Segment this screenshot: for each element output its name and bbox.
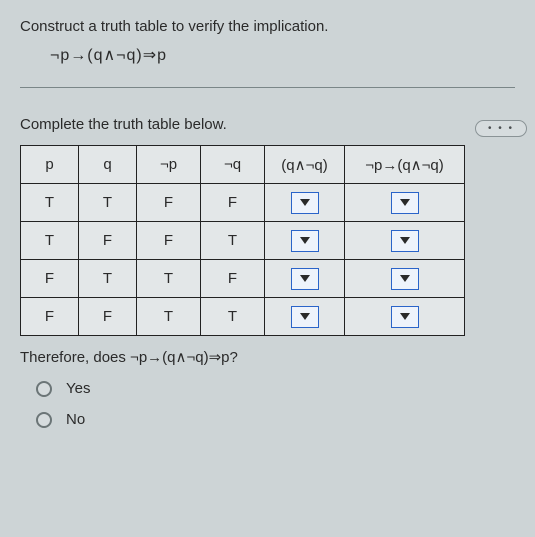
option-no-label: No xyxy=(66,411,85,428)
dropdown-implication[interactable] xyxy=(391,192,419,214)
cell-not-p: F xyxy=(137,184,201,222)
cell-q-and-not-q xyxy=(265,298,345,336)
cell-implication xyxy=(345,184,465,222)
dropdown-q-and-not-q[interactable] xyxy=(291,306,319,328)
header-not-p: ¬p xyxy=(137,146,201,184)
header-implication: ¬p→(q∧¬q) xyxy=(345,146,465,184)
cell-q: T xyxy=(79,184,137,222)
instruction-text: Construct a truth table to verify the im… xyxy=(20,18,515,35)
question-text: Therefore, does ¬p→(q∧¬q)⇒p? xyxy=(20,348,515,366)
chevron-down-icon xyxy=(400,275,410,282)
cell-not-q: F xyxy=(201,260,265,298)
dropdown-q-and-not-q[interactable] xyxy=(291,192,319,214)
options-group: Yes No xyxy=(36,380,515,428)
radio-icon xyxy=(36,381,52,397)
chevron-down-icon xyxy=(300,275,310,282)
subheading-text: Complete the truth table below. xyxy=(20,116,515,133)
table-row: T F F T xyxy=(21,222,465,260)
chevron-down-icon xyxy=(300,237,310,244)
header-q: q xyxy=(79,146,137,184)
cell-not-p: F xyxy=(137,222,201,260)
table-row: F F T T xyxy=(21,298,465,336)
cell-p: F xyxy=(21,298,79,336)
header-q-and-not-q: (q∧¬q) xyxy=(265,146,345,184)
dropdown-q-and-not-q[interactable] xyxy=(291,230,319,252)
chevron-down-icon xyxy=(300,313,310,320)
cell-q: T xyxy=(79,260,137,298)
table-row: F T T F xyxy=(21,260,465,298)
cell-q-and-not-q xyxy=(265,184,345,222)
formula-text: ¬p→(q∧¬q)⇒p xyxy=(50,45,515,65)
truth-table: p q ¬p ¬q (q∧¬q) ¬p→(q∧¬q) T T F F T F F… xyxy=(20,145,465,336)
cell-p: F xyxy=(21,260,79,298)
cell-implication xyxy=(345,222,465,260)
table-header-row: p q ¬p ¬q (q∧¬q) ¬p→(q∧¬q) xyxy=(21,146,465,184)
dropdown-q-and-not-q[interactable] xyxy=(291,268,319,290)
cell-not-q: T xyxy=(201,222,265,260)
chevron-down-icon xyxy=(400,199,410,206)
cell-p: T xyxy=(21,222,79,260)
header-p: p xyxy=(21,146,79,184)
chevron-down-icon xyxy=(400,313,410,320)
cell-implication xyxy=(345,298,465,336)
cell-p: T xyxy=(21,184,79,222)
dropdown-implication[interactable] xyxy=(391,230,419,252)
option-no[interactable]: No xyxy=(36,411,515,428)
cell-not-q: T xyxy=(201,298,265,336)
table-row: T T F F xyxy=(21,184,465,222)
chevron-down-icon xyxy=(400,237,410,244)
header-not-q: ¬q xyxy=(201,146,265,184)
option-yes[interactable]: Yes xyxy=(36,380,515,397)
cell-not-p: T xyxy=(137,298,201,336)
dropdown-implication[interactable] xyxy=(391,268,419,290)
cell-q-and-not-q xyxy=(265,222,345,260)
more-button[interactable]: • • • xyxy=(475,120,527,137)
option-yes-label: Yes xyxy=(66,380,90,397)
divider xyxy=(20,87,515,88)
radio-icon xyxy=(36,412,52,428)
cell-q-and-not-q xyxy=(265,260,345,298)
dropdown-implication[interactable] xyxy=(391,306,419,328)
cell-not-p: T xyxy=(137,260,201,298)
cell-implication xyxy=(345,260,465,298)
cell-q: F xyxy=(79,222,137,260)
chevron-down-icon xyxy=(300,199,310,206)
cell-not-q: F xyxy=(201,184,265,222)
cell-q: F xyxy=(79,298,137,336)
